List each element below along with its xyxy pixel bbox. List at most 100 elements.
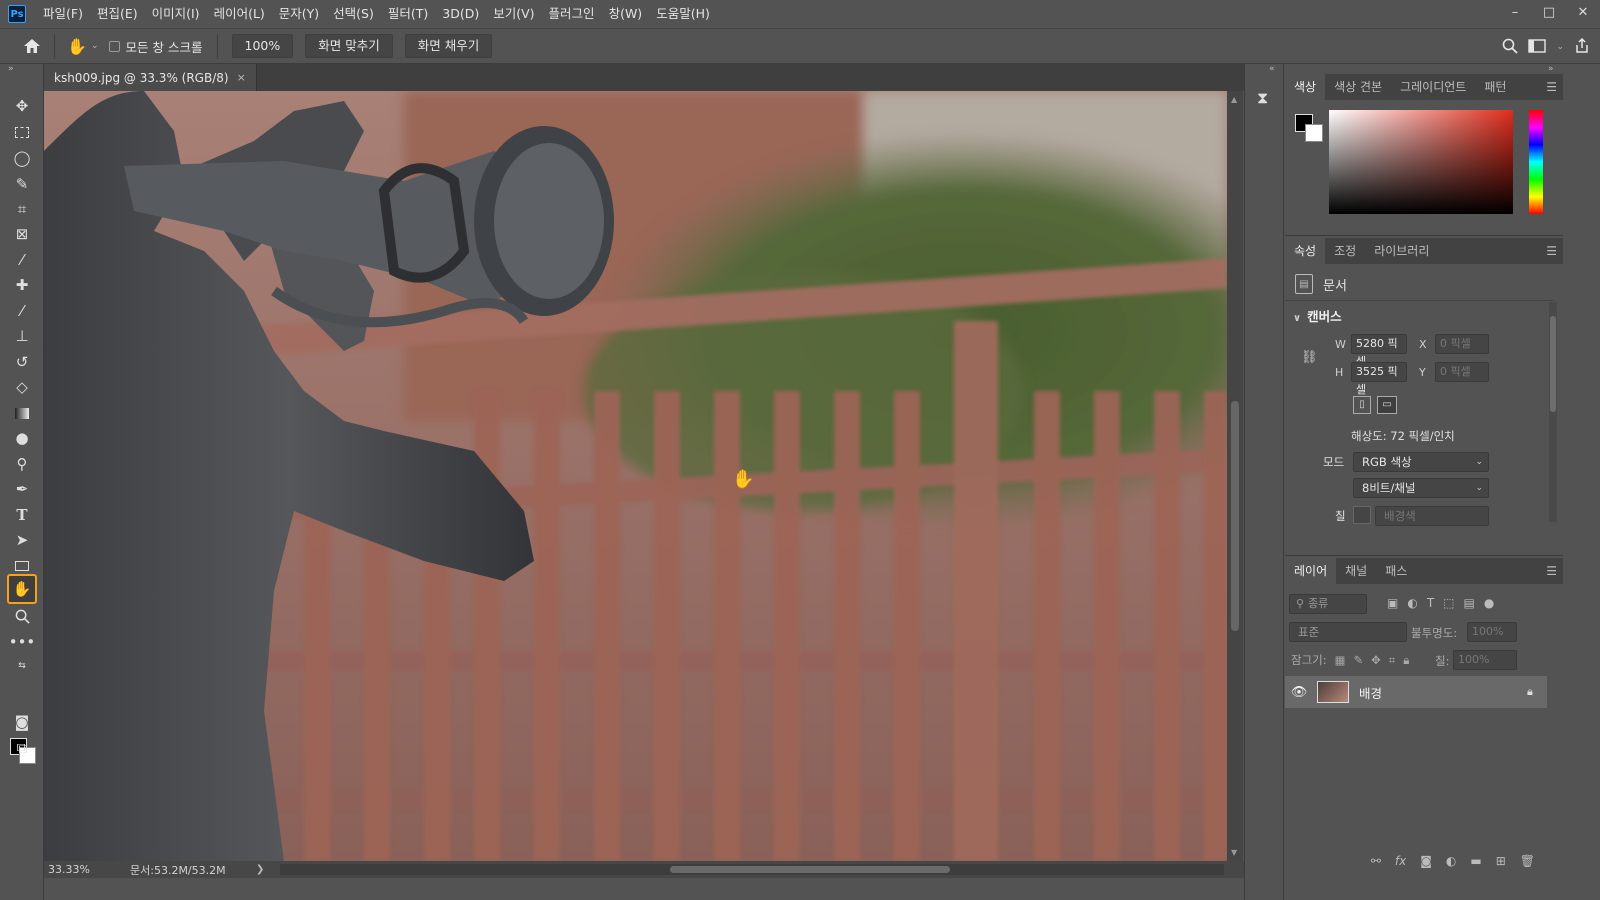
menu-view[interactable]: 보기(V) [486, 0, 541, 28]
fx-icon[interactable]: fx [1395, 854, 1406, 874]
tab-swatches[interactable]: 색상 견본 [1325, 74, 1391, 100]
hue-slider[interactable] [1529, 110, 1543, 214]
menu-select[interactable]: 선택(S) [326, 0, 381, 28]
scroll-up-icon[interactable]: ▲ [1231, 95, 1237, 104]
menu-type[interactable]: 문자(Y) [272, 0, 326, 28]
type-tool-icon[interactable]: T [8, 503, 36, 527]
height-input[interactable]: 3525 픽셀 [1351, 362, 1407, 396]
menu-plugins[interactable]: 플러그인 [542, 0, 602, 28]
search-icon[interactable] [1502, 38, 1519, 57]
menu-image[interactable]: 이미지(I) [145, 0, 207, 28]
tab-gradients[interactable]: 그레이디언트 [1391, 74, 1475, 100]
tab-patterns[interactable]: 패턴 [1475, 74, 1515, 100]
blend-mode-select[interactable]: 표준 [1289, 622, 1407, 642]
adjustment-layer-filter-icon[interactable]: ◐ [1407, 596, 1417, 610]
close-button[interactable]: ✕ [1566, 0, 1600, 24]
portrait-orientation-icon[interactable]: ▯ [1353, 396, 1371, 414]
move-tool-icon[interactable]: ✥ [8, 94, 36, 118]
menu-filter[interactable]: 필터(T) [381, 0, 435, 28]
eye-icon[interactable]: 👁︎ [1285, 685, 1313, 700]
link-layers-icon[interactable]: ⚯ [1371, 854, 1381, 874]
frame-tool-icon[interactable]: ⊠ [8, 222, 36, 246]
canvas-image[interactable]: ✋ [44, 91, 1227, 861]
maximize-button[interactable]: □ [1532, 0, 1566, 24]
history-panel-icon[interactable]: ⧗ [1257, 88, 1268, 108]
chevron-down-icon[interactable]: ⌄ [91, 41, 99, 51]
vertical-scroll-thumb[interactable] [1231, 401, 1239, 631]
fill-screen-button[interactable]: 화면 채우기 [404, 34, 493, 58]
lock-all-icon[interactable]: 🔒︎ [1403, 653, 1409, 668]
pixel-layer-filter-icon[interactable]: ▣ [1387, 596, 1398, 610]
menu-file[interactable]: 파일(F) [36, 0, 90, 28]
healing-brush-tool-icon[interactable]: ✚ [8, 273, 36, 297]
color-mode-select[interactable]: RGB 색상 ⌄ [1353, 452, 1489, 472]
landscape-orientation-icon[interactable]: ▭ [1377, 396, 1397, 414]
panel-menu-icon[interactable]: ☰ [1546, 564, 1557, 578]
collapse-panels-icon[interactable]: » [1548, 64, 1554, 74]
properties-scroll-thumb[interactable] [1550, 316, 1556, 412]
lock-position-icon[interactable]: ✥ [1371, 653, 1381, 667]
scroll-all-windows-checkbox[interactable] [108, 40, 120, 52]
lock-transparent-icon[interactable]: ▦ [1335, 653, 1346, 667]
hand-tool-icon[interactable]: ✋ [7, 574, 37, 604]
home-icon[interactable] [18, 32, 46, 60]
opacity-input[interactable]: 100% [1467, 622, 1517, 642]
eyedropper-tool-icon[interactable]: ⁄ [8, 248, 36, 272]
document-tab[interactable]: ksh009.jpg @ 33.3% (RGB/8) × [44, 64, 257, 91]
menu-window[interactable]: 창(W) [602, 0, 650, 28]
eraser-tool-icon[interactable]: ◇ [8, 375, 36, 399]
new-group-icon[interactable]: ▬ [1470, 854, 1481, 874]
tab-layers[interactable]: 레이어 [1285, 558, 1337, 584]
marquee-tool-icon[interactable] [8, 120, 36, 144]
lock-icon[interactable]: 🔒︎ [1527, 685, 1547, 699]
layer-filter-select[interactable]: ⚲ 종류 [1289, 594, 1367, 614]
clone-stamp-tool-icon[interactable]: ⊥ [8, 324, 36, 348]
shape-layer-filter-icon[interactable]: ⬚ [1443, 596, 1454, 610]
menu-edit[interactable]: 편집(E) [90, 0, 145, 28]
width-input[interactable]: 5280 픽셀 [1351, 334, 1407, 368]
brush-tool-icon[interactable]: ⁄ [8, 299, 36, 323]
tab-channels[interactable]: 채널 [1336, 558, 1376, 584]
panel-menu-icon[interactable]: ☰ [1546, 80, 1557, 94]
fit-screen-button[interactable]: 화면 맞추기 [305, 34, 393, 58]
panel-menu-icon[interactable]: ☰ [1546, 244, 1557, 258]
status-zoom[interactable]: 33.33% [44, 863, 114, 876]
more-tools-icon[interactable]: ••• [8, 630, 36, 654]
link-icon[interactable]: ⛓ [1301, 350, 1318, 365]
history-brush-tool-icon[interactable]: ↺ [8, 350, 36, 374]
menu-3d[interactable]: 3D(D) [435, 0, 486, 28]
zoom-tool-icon[interactable] [8, 604, 36, 628]
hand-tool-preset-icon[interactable]: ✋ [63, 32, 91, 60]
fill-select[interactable]: 배경색 [1375, 506, 1489, 526]
gradient-tool-icon[interactable] [8, 401, 36, 425]
menu-layer[interactable]: 레이어(L) [207, 0, 272, 28]
type-layer-filter-icon[interactable]: T [1427, 596, 1434, 610]
new-layer-icon[interactable]: ⊞ [1496, 854, 1506, 874]
vertical-scrollbar[interactable]: ▲ ▼ [1227, 91, 1243, 861]
lock-artboard-icon[interactable]: ⌗ [1389, 653, 1395, 668]
bit-depth-select[interactable]: 8비트/채널 ⌄ [1353, 478, 1489, 498]
canvas-section-header[interactable]: ∨ 캔버스 [1293, 306, 1342, 325]
workspace-icon[interactable] [1528, 38, 1547, 56]
trash-icon[interactable]: 🗑︎ [1520, 854, 1535, 874]
menu-help[interactable]: 도움말(H) [649, 0, 717, 28]
background-color-swatch[interactable] [1305, 124, 1323, 142]
layer-row[interactable]: 👁︎ 배경 🔒︎ [1285, 676, 1547, 708]
horizontal-scroll-thumb[interactable] [670, 866, 950, 873]
quick-mask-icon[interactable]: ◙ [8, 710, 36, 734]
screen-mode-icon[interactable]: ⧉ [8, 736, 36, 760]
horizontal-scrollbar[interactable] [280, 864, 1224, 875]
collapse-panel-icon[interactable]: » [8, 64, 14, 74]
lasso-tool-icon[interactable]: ◯ [8, 146, 36, 170]
blur-tool-icon[interactable]: ● [8, 426, 36, 450]
fill-swatch[interactable] [1353, 506, 1371, 524]
color-picker-field[interactable] [1329, 110, 1513, 214]
crop-tool-icon[interactable]: ⌗ [8, 197, 36, 221]
path-selection-tool-icon[interactable]: ➤ [8, 528, 36, 552]
close-tab-icon[interactable]: × [237, 71, 246, 84]
tab-properties[interactable]: 속성 [1285, 238, 1326, 264]
swap-colors-icon[interactable]: ⇆ [8, 654, 36, 678]
filter-toggle-icon[interactable]: ● [1484, 596, 1494, 610]
scroll-down-icon[interactable]: ▼ [1231, 848, 1237, 857]
share-icon[interactable] [1574, 37, 1590, 57]
